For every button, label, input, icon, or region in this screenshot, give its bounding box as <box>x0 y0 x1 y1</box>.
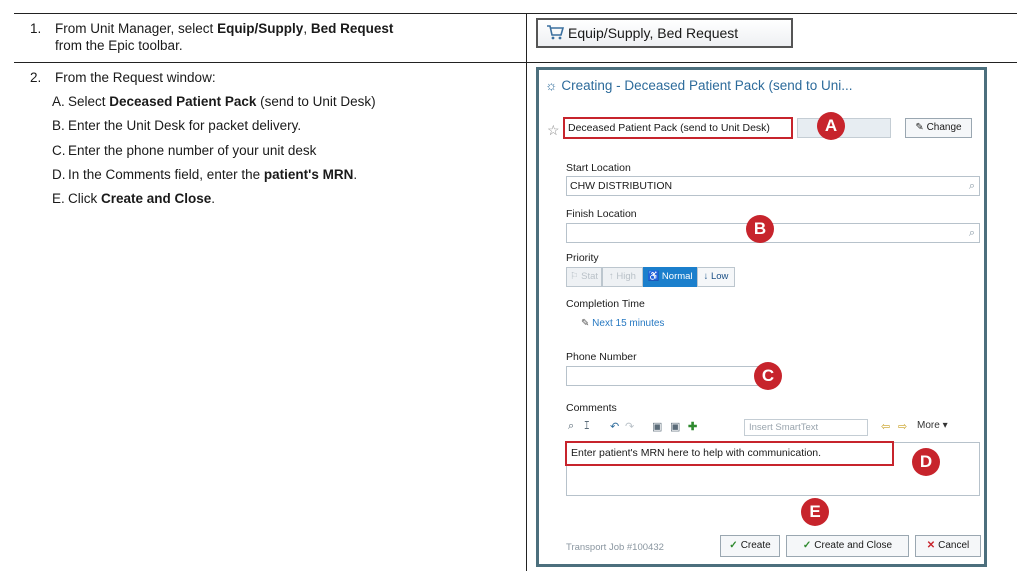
callout-a: A <box>817 112 845 140</box>
checkmark-icon: ✓ <box>802 540 812 551</box>
table-column-divider <box>526 13 527 571</box>
redo-icon[interactable]: ↷ <box>625 420 634 436</box>
next-arrow-icon[interactable]: ⇨ <box>898 420 907 436</box>
priority-label: Priority <box>566 252 599 264</box>
substep-e: E. Click Create and Close. <box>52 191 216 206</box>
favorite-star-icon[interactable]: ☆ <box>547 122 560 139</box>
previous-arrow-icon[interactable]: ⇦ <box>881 420 890 436</box>
checkmark-icon: ✓ <box>729 540 738 551</box>
cancel-button[interactable]: ✕ Cancel <box>915 535 981 557</box>
priority-high-button[interactable]: ↑ High <box>602 267 643 287</box>
search-icon[interactable]: ⌕ <box>969 224 975 242</box>
request-type-field[interactable]: Deceased Patient Pack (send to Unit Desk… <box>563 117 793 139</box>
priority-stat-button[interactable]: ⚐ Stat <box>566 267 602 287</box>
finish-location-label: Finish Location <box>566 208 637 220</box>
down-arrow-icon: ↓ <box>703 271 709 282</box>
completion-time-label: Completion Time <box>566 298 645 310</box>
search-icon[interactable]: ⌕ <box>969 177 975 195</box>
substep-c: C. Enter the phone number of your unit de… <box>52 143 317 158</box>
phone-number-label: Phone Number <box>566 351 637 363</box>
request-window: ☼ Creating - Deceased Patient Pack (send … <box>536 67 987 567</box>
cart-icon <box>546 24 565 43</box>
chevron-down-icon: ▾ <box>942 420 948 431</box>
window-title: ☼ Creating - Deceased Patient Pack (send … <box>545 78 853 93</box>
more-menu[interactable]: More ▾ <box>917 420 948 436</box>
close-icon: ✕ <box>926 540 936 551</box>
create-button[interactable]: ✓ Create <box>720 535 780 557</box>
smartphrase-icon[interactable]: ▣ <box>670 420 680 436</box>
step-number: 2. <box>30 70 42 85</box>
normal-icon: ♿ <box>647 271 660 282</box>
phone-number-field[interactable] <box>566 366 761 386</box>
substep-d: D. In the Comments field, enter the patie… <box>52 167 358 182</box>
start-location-field[interactable]: CHW DISTRIBUTION ⌕ <box>566 176 980 196</box>
gear-icon: ☼ <box>545 78 558 93</box>
callout-b: B <box>746 215 774 243</box>
substep-b: B. Enter the Unit Desk for packet deliver… <box>52 118 302 133</box>
pencil-icon: ✎ <box>915 122 924 133</box>
table-top-border <box>14 13 1017 14</box>
priority-normal-button[interactable]: ♿ Normal <box>643 267 697 287</box>
step-number: 1. <box>30 21 42 36</box>
start-location-label: Start Location <box>566 162 631 174</box>
callout-c: C <box>754 362 782 390</box>
pencil-icon: ✎ <box>581 318 590 329</box>
comments-label: Comments <box>566 402 617 414</box>
help-icon[interactable]: ▣ <box>652 420 662 436</box>
undo-icon[interactable]: ↶ <box>610 420 619 436</box>
stat-icon: ⚐ <box>569 271 579 282</box>
transport-job-number: Transport Job #100432 <box>566 542 664 553</box>
equip-supply-bed-request-button[interactable]: Equip/Supply, Bed Request <box>536 18 793 48</box>
completion-time-link[interactable]: ✎ Next 15 minutes <box>581 318 664 329</box>
callout-e: E <box>801 498 829 526</box>
up-arrow-icon: ↑ <box>609 271 614 282</box>
toolbar-button-label: Equip/Supply, Bed Request <box>568 25 739 41</box>
substep-a: A. Select Deceased Patient Pack (send to … <box>52 94 376 109</box>
add-icon[interactable]: ✚ <box>688 420 697 436</box>
comments-text[interactable]: Enter patient's MRN here to help with co… <box>565 441 894 466</box>
callout-d: D <box>912 448 940 476</box>
find-icon[interactable]: ⌕ <box>568 420 574 436</box>
insert-smarttext-button[interactable]: Insert SmartText <box>744 419 868 436</box>
spellcheck-icon[interactable]: ꕯ <box>584 420 590 436</box>
table-row-divider <box>14 62 1017 63</box>
change-button[interactable]: ✎ Change <box>905 118 972 138</box>
create-and-close-button[interactable]: ✓ Create and Close <box>786 535 909 557</box>
priority-low-button[interactable]: ↓ Low <box>697 267 735 287</box>
